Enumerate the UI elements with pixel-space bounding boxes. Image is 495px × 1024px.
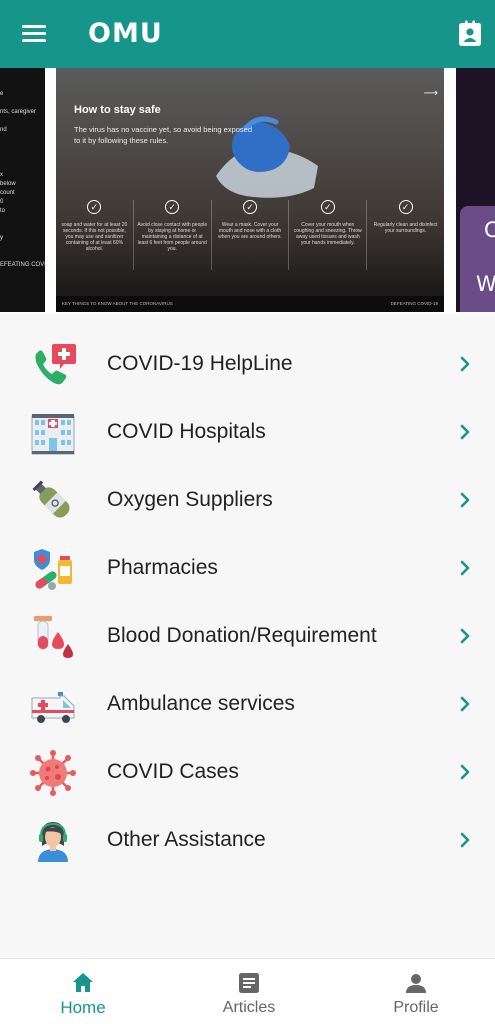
service-item-ambulance[interactable]: Ambulance services: [0, 670, 495, 738]
virus-icon: [30, 750, 76, 796]
chevron-right-icon: [460, 764, 470, 780]
left-slide-text-line: [0, 99, 45, 108]
nav-label: Articles: [222, 999, 276, 1016]
profile-icon: [406, 974, 426, 993]
pharmacy-icon: [34, 549, 72, 590]
app-root: { "header": { "logo_text": "OMU", "menu_…: [0, 0, 495, 1024]
check-circle-icon: ✓: [242, 200, 257, 214]
chevron-right-icon: [460, 560, 470, 576]
chevron-right-icon: [460, 492, 470, 508]
bottom-navigation: Home Articles Profile: [0, 958, 495, 1024]
left-slide-text-line: [0, 252, 45, 261]
phone-medical-icon: [35, 344, 76, 385]
safety-tip: ✓ Avoid close contact with people by stay…: [134, 200, 212, 270]
blood-drop-icon: [34, 616, 73, 658]
safety-tip: ✓ Wear a mask. Cover your mouth and nose …: [212, 200, 290, 270]
chevron-right-icon: [460, 356, 470, 372]
safety-tip: ✓ Regularly clean and disinfect your surr…: [373, 200, 438, 234]
next-slide-card: C W: [460, 206, 495, 312]
left-slide-text-line: [0, 243, 45, 252]
service-label: Blood Donation/Requirement: [107, 624, 377, 647]
next-slide-letter: W: [476, 272, 495, 296]
service-label: COVID Cases: [107, 760, 239, 783]
oxygen-cylinder-icon: [32, 480, 70, 518]
carousel-slide-next[interactable]: C W: [456, 68, 495, 312]
hamburger-menu-icon[interactable]: [22, 25, 46, 43]
left-slide-text-line: [0, 225, 45, 234]
ambulance-icon: [31, 692, 75, 723]
service-label: Ambulance services: [107, 692, 295, 715]
app-logo: OMU: [88, 18, 163, 49]
nav-articles[interactable]: Articles: [194, 959, 304, 1024]
left-slide-text-line: 0: [0, 199, 4, 205]
home-icon: [73, 973, 93, 992]
safety-tip: ✓ soap and water for at least 20 seconds.…: [56, 200, 134, 270]
service-item-blood[interactable]: Blood Donation/Requirement: [0, 602, 495, 670]
service-item-covid-cases[interactable]: COVID Cases: [0, 738, 495, 806]
check-circle-icon: ✓: [398, 200, 413, 214]
chevron-right-icon: [460, 832, 470, 848]
slide-title: How to stay safe: [74, 104, 161, 116]
next-slide-letter: C: [484, 218, 495, 242]
articles-icon: [239, 973, 259, 993]
service-item-oxygen[interactable]: Oxygen Suppliers: [0, 466, 495, 534]
slide-footer: KEY THINGS TO KNOW ABOUT THE CORONAVIRUS…: [56, 296, 444, 312]
service-label: Pharmacies: [107, 556, 218, 579]
check-circle-icon: ✓: [320, 200, 335, 214]
nav-home[interactable]: Home: [28, 959, 138, 1024]
service-item-other-assistance[interactable]: Other Assistance: [0, 806, 495, 874]
carousel-slide-how-to-stay-safe[interactable]: ⟶ How to stay safe The virus has no vacc…: [56, 68, 444, 312]
services-list: COVID-19 HelpLine COVID Hospitals Oxygen…: [0, 330, 495, 874]
service-item-hospitals[interactable]: COVID Hospitals: [0, 398, 495, 466]
check-circle-icon: ✓: [165, 200, 180, 214]
slide-footer-left: KEY THINGS TO KNOW ABOUT THE CORONAVIRUS: [62, 301, 173, 306]
left-slide-text-line: [0, 135, 45, 144]
chevron-right-icon: [460, 628, 470, 644]
left-slide-text-line: y: [0, 235, 3, 241]
nav-label: Profile: [393, 999, 439, 1016]
service-item-pharmacies[interactable]: Pharmacies: [0, 534, 495, 602]
safety-tip: ✓ Cover your mouth when coughing and snee…: [289, 200, 368, 270]
left-slide-text-line: to: [0, 208, 6, 214]
service-item-helpline[interactable]: COVID-19 HelpLine: [0, 330, 495, 398]
left-slide-text-line: e: [0, 91, 4, 97]
left-slide-text-line: EFEATING COVID-19: [0, 262, 45, 268]
safety-tips: ✓ soap and water for at least 20 seconds.…: [56, 200, 444, 270]
service-label: Oxygen Suppliers: [107, 488, 273, 511]
left-slide-text-line: [0, 117, 45, 126]
slide-subtitle: The virus has no vaccine yet, so avoid b…: [74, 125, 253, 145]
service-label: COVID Hospitals: [107, 420, 266, 443]
check-circle-icon: ✓: [87, 200, 102, 214]
carousel-slide-previous[interactable]: e nts, caregiver nd x below count 0 to y EFE…: [0, 68, 45, 312]
left-slide-text-line: [0, 216, 45, 225]
hospital-icon: [31, 414, 75, 455]
left-slide-text-line: [0, 144, 45, 153]
left-slide-text-line: [0, 153, 45, 162]
nav-profile[interactable]: Profile: [361, 959, 471, 1024]
slide-arrow-icon: ⟶: [423, 88, 438, 99]
service-label: Other Assistance: [107, 828, 266, 851]
left-slide-text-line: x: [0, 172, 3, 178]
chevron-right-icon: [460, 424, 470, 440]
info-carousel[interactable]: e nts, caregiver nd x below count 0 to y EFE…: [0, 68, 495, 314]
chevron-right-icon: [460, 696, 470, 712]
left-slide-text-line: nts, caregiver: [0, 109, 37, 115]
app-header: OMU: [0, 0, 495, 68]
left-slide-text-line: count: [0, 190, 15, 196]
service-label: COVID-19 HelpLine: [107, 352, 293, 375]
slide-footer-right: DEFEATING COVID-19: [390, 301, 438, 306]
contact-badge-icon[interactable]: [456, 20, 484, 48]
left-slide-text-line: [0, 162, 45, 171]
nav-label: Home: [60, 998, 106, 1017]
left-slide-text-line: below: [0, 181, 16, 187]
gloved-hand-image: [216, 116, 318, 198]
assistant-icon: [38, 822, 68, 862]
left-slide-text-line: nd: [0, 127, 7, 133]
